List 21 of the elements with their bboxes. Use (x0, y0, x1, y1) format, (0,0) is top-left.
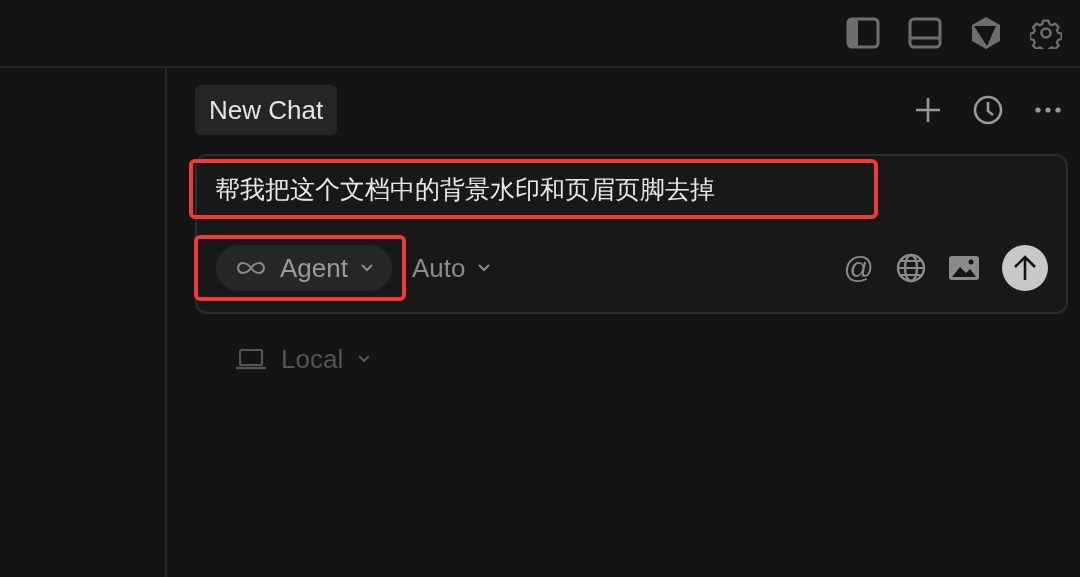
chevron-down-icon (357, 354, 372, 364)
mention-icon[interactable]: @ (843, 252, 874, 284)
panel-toggle-icon[interactable] (908, 17, 942, 49)
send-button[interactable] (1002, 245, 1048, 291)
settings-icon[interactable] (1030, 17, 1062, 49)
chevron-down-icon (477, 263, 492, 273)
add-icon[interactable] (914, 96, 942, 124)
image-icon[interactable] (948, 255, 980, 281)
sidebar-toggle-icon[interactable] (846, 17, 880, 49)
agent-mode-dropdown[interactable]: Agent (216, 245, 392, 291)
message-text: 帮我把这个文档中的背景水印和页眉页脚去掉 (215, 173, 715, 206)
infinity-icon (234, 260, 268, 276)
globe-icon[interactable] (896, 253, 926, 283)
chevron-down-icon (359, 263, 374, 273)
cube-icon[interactable] (970, 16, 1002, 50)
chat-tab[interactable]: New Chat (195, 85, 338, 135)
more-icon[interactable] (1034, 106, 1062, 114)
arrow-up-icon (1013, 254, 1037, 282)
laptop-icon (235, 348, 267, 370)
history-icon[interactable] (972, 94, 1004, 126)
model-dropdown[interactable]: Auto (411, 252, 492, 284)
